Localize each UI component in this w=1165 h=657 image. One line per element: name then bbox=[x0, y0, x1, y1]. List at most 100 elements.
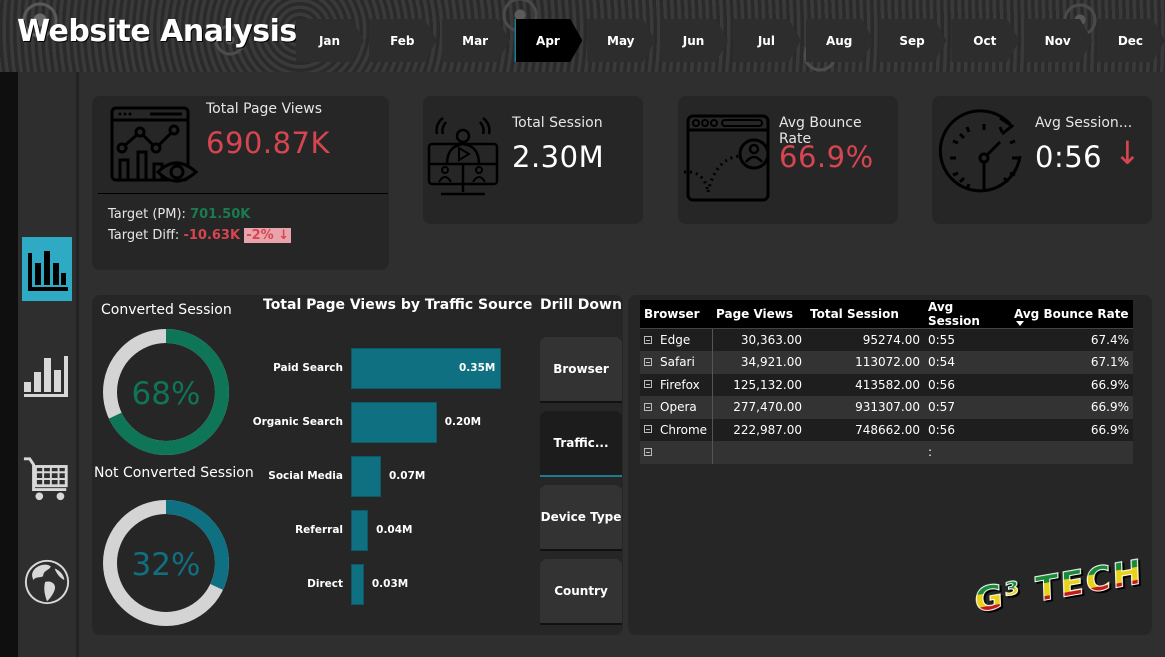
month-button-jul[interactable]: Jul bbox=[732, 19, 806, 62]
cell-text: 34,921.00 bbox=[740, 355, 802, 370]
sidebar-edge bbox=[0, 72, 18, 657]
bounce-browser-icon bbox=[683, 114, 770, 202]
table-row[interactable]: Chrome 222,987.00 748662.00 0:56 66.9% bbox=[640, 418, 1133, 441]
month-button-nov[interactable]: Nov bbox=[1024, 19, 1097, 62]
target-diff-row: Target Diff: -10.63K -2% ↓ bbox=[108, 228, 292, 243]
table-row[interactable]: Safari 34,921.00 113072.00 0:54 67.1% bbox=[640, 351, 1133, 374]
table-cell: 0:56 bbox=[924, 418, 1010, 441]
nav-geography-button[interactable] bbox=[22, 550, 72, 614]
month-button-jun[interactable]: Jun bbox=[660, 19, 733, 62]
month-button-aug[interactable]: Aug bbox=[805, 19, 879, 62]
expand-icon[interactable] bbox=[644, 380, 652, 389]
column-header-avg-bounce-rate[interactable]: Avg Bounce Rate bbox=[1010, 300, 1133, 329]
drill-button-traffic[interactable]: Traffic... bbox=[540, 411, 622, 477]
cell-text: 66.9% bbox=[1090, 400, 1129, 415]
ascending-bar-chart-icon bbox=[24, 356, 68, 397]
chart-title: Total Page Views by Traffic Source bbox=[263, 297, 533, 313]
expand-icon[interactable] bbox=[644, 402, 652, 411]
month-button-mar[interactable]: Mar bbox=[441, 19, 515, 62]
column-header-browser[interactable]: Browser bbox=[640, 300, 712, 329]
month-label: Feb bbox=[390, 33, 415, 48]
drill-button-label: Country bbox=[554, 584, 608, 598]
month-button-sep[interactable]: Sep bbox=[878, 19, 952, 62]
target-label: Target (PM): bbox=[108, 207, 186, 222]
month-label: Dec bbox=[1117, 33, 1144, 48]
cell-text: Chrome bbox=[660, 422, 708, 437]
month-label: Jun bbox=[682, 33, 705, 48]
kpi-card-avg-session: Avg Session... 0:56 ↓ bbox=[932, 96, 1152, 224]
donut-value: 68% bbox=[132, 376, 201, 412]
analytics-eye-icon bbox=[110, 106, 199, 183]
target-diff-value: -10.63K bbox=[183, 228, 241, 243]
expand-icon[interactable] bbox=[644, 425, 652, 434]
column-header-label: Browser bbox=[644, 307, 700, 321]
not-converted-donut: 32% bbox=[103, 500, 229, 626]
cell-text: Firefox bbox=[660, 377, 700, 392]
table-cell: 125,132.00 bbox=[712, 373, 806, 396]
kpi-label: Avg Session... bbox=[1035, 115, 1133, 131]
bar-organic-search[interactable] bbox=[351, 402, 437, 443]
cell-text: 30,363.00 bbox=[740, 333, 802, 347]
cell-text: Opera bbox=[660, 400, 697, 415]
cell-text: 0:56 bbox=[928, 377, 955, 392]
table-row[interactable]: Firefox 125,132.00 413582.00 0:56 66.9% bbox=[640, 373, 1133, 396]
kpi-label: Total Page Views bbox=[206, 101, 323, 117]
converted-donut: 68% bbox=[103, 329, 229, 455]
kpi-value: 2.30M bbox=[512, 140, 605, 174]
bar-referral[interactable] bbox=[351, 510, 369, 551]
month-button-feb[interactable]: Feb bbox=[368, 19, 442, 62]
expand-icon[interactable] bbox=[644, 357, 652, 366]
column-header-avg-session[interactable]: Avg Session bbox=[924, 300, 1010, 329]
shopping-cart-icon bbox=[23, 457, 68, 501]
cell-text: 222,987.00 bbox=[733, 422, 802, 437]
bar-value-label: 0.20M bbox=[444, 416, 482, 428]
video-conference-icon bbox=[427, 117, 499, 196]
column-header-label: Avg Session bbox=[928, 300, 980, 328]
table-cell: 95274.00 bbox=[806, 328, 924, 351]
cell-text: 67.1% bbox=[1090, 355, 1129, 370]
sort-descending-icon[interactable] bbox=[1016, 321, 1024, 326]
bar-social-media[interactable] bbox=[351, 456, 381, 497]
divider bbox=[98, 193, 388, 194]
cell-text: 277,470.00 bbox=[733, 400, 802, 415]
table-cell: 413582.00 bbox=[806, 373, 924, 396]
table-row[interactable]: Edge 30,363.00 95274.00 0:55 67.4% bbox=[640, 328, 1133, 351]
nav-overview-button[interactable] bbox=[22, 237, 72, 301]
month-button-jan[interactable]: Jan bbox=[296, 19, 369, 62]
donut-value: 32% bbox=[132, 547, 201, 583]
cell-text: 125,132.00 bbox=[733, 377, 802, 392]
table-cell: 66.9% bbox=[1010, 418, 1133, 441]
nav-trends-button[interactable] bbox=[22, 342, 72, 406]
table-cell: : bbox=[924, 441, 1010, 464]
nav-sales-button[interactable] bbox=[22, 447, 72, 511]
expand-icon[interactable] bbox=[644, 447, 652, 456]
month-button-apr[interactable]: Apr bbox=[514, 19, 587, 62]
month-label: Oct bbox=[973, 33, 997, 48]
drill-button-device-type[interactable]: Device Type bbox=[540, 485, 622, 551]
month-button-may[interactable]: May bbox=[587, 19, 660, 62]
cell-text: 67.4% bbox=[1090, 333, 1129, 347]
table-cell bbox=[712, 441, 806, 464]
expand-icon[interactable] bbox=[644, 335, 652, 344]
table-cell: 30,363.00 bbox=[712, 328, 806, 351]
table-row[interactable]: : bbox=[640, 441, 1133, 464]
table-cell: 0:54 bbox=[924, 351, 1010, 374]
month-label: Sep bbox=[899, 33, 925, 48]
cell-text: 0:57 bbox=[928, 400, 955, 415]
column-header-page-views[interactable]: Page Views bbox=[712, 300, 806, 329]
table-cell bbox=[806, 441, 924, 464]
table-cell bbox=[640, 441, 713, 464]
table-row[interactable]: Opera 277,470.00 931307.00 0:57 66.9% bbox=[640, 396, 1133, 419]
table-cell: 222,987.00 bbox=[712, 418, 806, 441]
cell-text: 66.9% bbox=[1090, 377, 1129, 392]
column-header-total-session[interactable]: Total Session bbox=[806, 300, 924, 329]
bar-category-label: Paid Search bbox=[273, 362, 343, 374]
month-button-dec[interactable]: Dec bbox=[1096, 19, 1165, 62]
month-button-oct[interactable]: Oct bbox=[951, 19, 1024, 62]
drill-button-country[interactable]: Country bbox=[540, 559, 622, 625]
column-header-label: Avg Bounce Rate bbox=[1014, 307, 1129, 321]
table-cell: 931307.00 bbox=[806, 396, 924, 419]
drill-button-browser[interactable]: Browser bbox=[540, 337, 622, 403]
kpi-label: Total Session bbox=[512, 115, 603, 131]
bar-direct[interactable] bbox=[351, 564, 364, 605]
